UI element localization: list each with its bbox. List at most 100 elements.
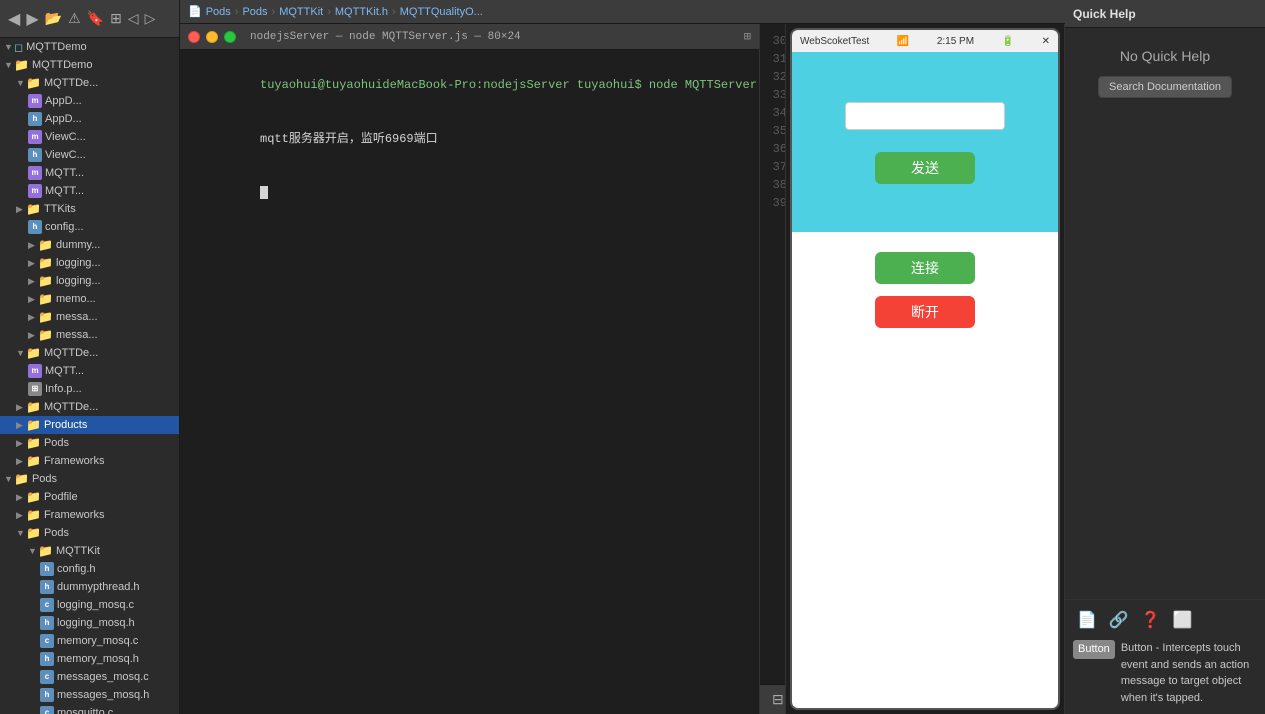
sidebar-item-pods-folder[interactable]: ▶📁Pods (0, 434, 179, 452)
traffic-light-close[interactable] (188, 31, 200, 43)
sidebar-label: Info.p... (45, 383, 82, 395)
sidebar-item-dummy-folder[interactable]: ▶📁dummy... (0, 236, 179, 254)
folder-btn[interactable]: 📂 (45, 10, 62, 27)
grid-btn[interactable]: ⊞ (110, 10, 122, 27)
help-btn[interactable]: ❓ (1137, 608, 1165, 632)
sidebar-item-message-folder[interactable]: ▶📁messa... (0, 308, 179, 326)
sidebar-item-logging2-folder[interactable]: ▶📁logging... (0, 272, 179, 290)
sidebar-item-mqttdemo-folder[interactable]: ▼📁MQTTDe... (0, 74, 179, 92)
sidebar-item-logging-mosq-h[interactable]: hlogging_mosq.h (0, 614, 179, 632)
terminal-resize-btn[interactable]: ⊞ (744, 29, 751, 44)
traffic-light-minimize[interactable] (206, 31, 218, 43)
breadcrumb-item-4[interactable]: MQTTKit.h (335, 6, 388, 18)
sidebar-label: Pods (44, 437, 69, 449)
terminal-line-3 (188, 166, 751, 220)
project-icon: ◻ (14, 41, 23, 54)
sidebar-item-config-h[interactable]: hconfig... (0, 218, 179, 236)
sidebar-item-message2-folder[interactable]: ▶📁messa... (0, 326, 179, 344)
file-type-badge: h (40, 616, 54, 630)
nav-back-btn[interactable]: ◀ (8, 9, 20, 29)
sidebar-label: Frameworks (44, 509, 105, 521)
toggle-panel-btn[interactable]: ⊟ (768, 689, 785, 710)
code-body[interactable]: 30 31 32 33 34 35 36 37 38 39 @property … (760, 24, 785, 676)
sidebar-item-ttkits-folder[interactable]: ▶📁TTKits (0, 200, 179, 218)
breadcrumb-item-1[interactable]: Pods (206, 6, 231, 18)
sim-send-button[interactable]: 发送 (875, 152, 975, 184)
file-inspector-btn[interactable]: 📄 (1073, 608, 1101, 632)
breadcrumb-item-5[interactable]: MQTTQualityO... (400, 6, 483, 18)
sidebar-label: MQTTKit (56, 545, 100, 557)
next-arrow-btn[interactable]: ▷ (145, 10, 156, 27)
sidebar-item-podfile-folder[interactable]: ▶📁Podfile (0, 488, 179, 506)
nav-forward-btn[interactable]: ▶ (26, 9, 38, 29)
sim-disconnect-button[interactable]: 断开 (875, 296, 975, 328)
terminal-body[interactable]: tuyaohui@tuyaohuideMacBook-Pro:nodejsSer… (180, 50, 759, 714)
sidebar-item-pods-root[interactable]: ▼📁Pods (0, 470, 179, 488)
file-type-badge: h (28, 112, 42, 126)
sidebar-item-products-folder[interactable]: ▶📁Products (0, 416, 179, 434)
sidebar-item-mqtt-item[interactable]: mMQTT... (0, 362, 179, 380)
folder-icon: 📁 (38, 292, 53, 306)
arrow-icon: ▶ (16, 438, 26, 449)
sidebar-item-mqttquality-m[interactable]: mMQTT... (0, 182, 179, 200)
sim-text-input[interactable] (845, 102, 1005, 130)
folder-icon: 📁 (26, 490, 41, 504)
sidebar-item-messages-mosq-c[interactable]: cmessages_mosq.c (0, 668, 179, 686)
folder-icon: 📁 (26, 346, 41, 360)
code-editor-panel: 30 31 32 33 34 35 36 37 38 39 @property … (760, 24, 785, 714)
line-num-37: 37 (768, 158, 785, 176)
sidebar-item-memo-folder[interactable]: ▶📁memo... (0, 290, 179, 308)
breadcrumb-item-2[interactable]: Pods (242, 6, 267, 18)
sidebar-project-root[interactable]: ▼◻MQTTDemo (0, 38, 179, 56)
sidebar-item-frameworks2[interactable]: ▶📁Frameworks (0, 506, 179, 524)
close-sim-btn[interactable]: ✕ (1042, 36, 1050, 47)
sidebar-label: Pods (32, 473, 57, 485)
right-bottom-area: 📄 🔗 ❓ ⬜ Button Button - Intercepts touch… (1065, 599, 1265, 714)
sidebar-item-infoplist[interactable]: ⊞Info.p... (0, 380, 179, 398)
sidebar-item-mqttkit-folder[interactable]: ▼📁MQTTKit (0, 542, 179, 560)
sidebar-item-viewcon-h[interactable]: hViewC... (0, 146, 179, 164)
sim-connect-button[interactable]: 连接 (875, 252, 975, 284)
sidebar-item-mqttdemo-root[interactable]: ▼📁MQTTDemo (0, 56, 179, 74)
folder-icon: 📁 (26, 418, 41, 432)
arrow-icon: ▼ (4, 60, 14, 70)
prev-arrow-btn[interactable]: ◁ (128, 10, 139, 27)
sidebar-label: config... (45, 221, 84, 233)
sidebar-item-appdel-m[interactable]: mAppD... (0, 92, 179, 110)
sidebar-item-mqttde-folder2[interactable]: ▼📁MQTTDe... (0, 344, 179, 362)
arrow-icon: ▶ (16, 402, 26, 413)
button-type-label: Button (1073, 640, 1115, 659)
sidebar-item-config-h2[interactable]: hconfig.h (0, 560, 179, 578)
folder-icon: 📁 (26, 436, 41, 450)
sidebar-label: memory_mosq.h (57, 653, 139, 665)
line-num-33: 33 (768, 86, 785, 104)
arrow-icon: ▼ (4, 42, 14, 52)
sidebar-item-memory-mosq-h[interactable]: hmemory_mosq.h (0, 650, 179, 668)
sidebar-item-memory-mosq-c[interactable]: cmemory_mosq.c (0, 632, 179, 650)
ios-simulator-panel: WebScoketTest 📶 2:15 PM 🔋 ✕ 发送 连接 (785, 24, 1065, 714)
sidebar-item-mqttde-folder3[interactable]: ▶📁MQTTDe... (0, 398, 179, 416)
traffic-light-maximize[interactable] (224, 31, 236, 43)
sidebar-item-frameworks-folder[interactable]: ▶📁Frameworks (0, 452, 179, 470)
sidebar-label: logging... (56, 275, 101, 287)
sidebar-item-appdel-h[interactable]: hAppD... (0, 110, 179, 128)
horizontal-scrollbar[interactable] (760, 676, 785, 684)
search-documentation-button[interactable]: Search Documentation (1098, 76, 1232, 98)
panel-btn[interactable]: ⬜ (1169, 608, 1197, 632)
sidebar-item-logging-mosq-c[interactable]: clogging_mosq.c (0, 596, 179, 614)
file-type-badge: c (40, 670, 54, 684)
sidebar-label: config.h (57, 563, 96, 575)
sidebar-item-pods2[interactable]: ▼📁Pods (0, 524, 179, 542)
sidebar-item-mqtt-m[interactable]: mMQTT... (0, 164, 179, 182)
sidebar-item-messages-mosq-h[interactable]: hmessages_mosq.h (0, 686, 179, 704)
sidebar-item-viewcon-m[interactable]: mViewC... (0, 128, 179, 146)
quick-help-btn[interactable]: 🔗 (1105, 608, 1133, 632)
button-description-area: Button Button - Intercepts touch event a… (1073, 640, 1257, 706)
sidebar-item-dummypthread-h[interactable]: hdummypthread.h (0, 578, 179, 596)
sidebar-item-logging-folder[interactable]: ▶📁logging... (0, 254, 179, 272)
sidebar-item-mosquitto-c[interactable]: cmosquitto.c (0, 704, 179, 714)
arrow-icon: ▶ (16, 492, 26, 503)
breadcrumb-item-3[interactable]: MQTTKit (279, 6, 323, 18)
bookmark-btn[interactable]: 🔖 (87, 10, 104, 27)
warning-btn[interactable]: ⚠ (68, 10, 81, 27)
